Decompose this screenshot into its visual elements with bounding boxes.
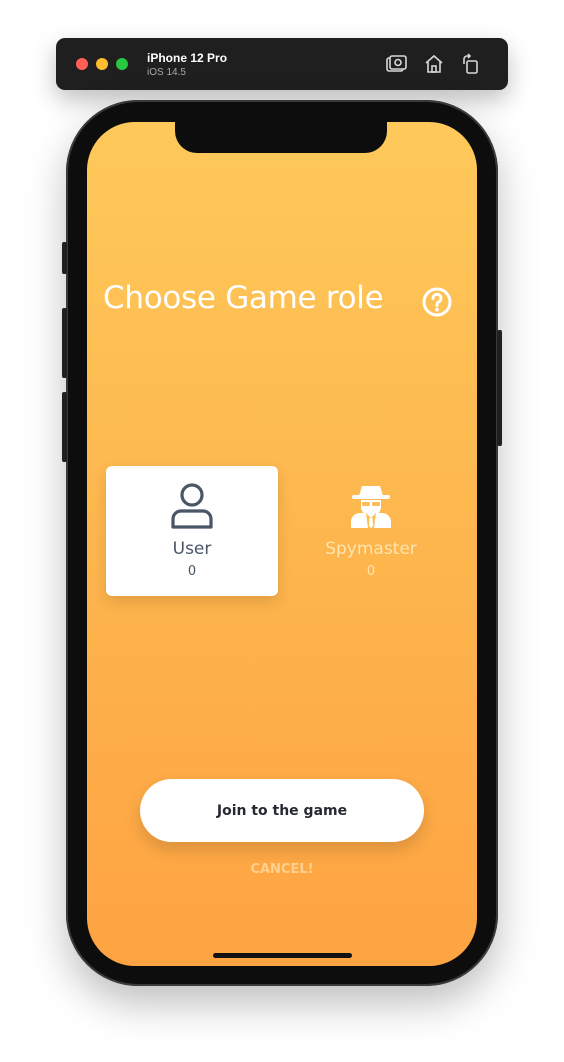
volume-down-button: [62, 392, 67, 462]
spy-icon: [349, 482, 393, 530]
volume-up-button: [62, 308, 67, 378]
page-title: Choose Game role: [103, 280, 384, 316]
help-button[interactable]: [421, 286, 453, 318]
join-game-button[interactable]: Join to the game: [140, 779, 424, 842]
screenshot-button[interactable]: [384, 52, 408, 76]
home-indicator[interactable]: [213, 953, 352, 958]
home-icon: [422, 54, 446, 80]
os-version: iOS 14.5: [147, 67, 186, 78]
role-label: Spymaster: [325, 539, 417, 559]
role-count: 0: [187, 564, 197, 579]
question-circle-icon: [421, 287, 453, 322]
role-count: 0: [366, 564, 376, 579]
silent-switch: [62, 242, 67, 274]
user-icon: [170, 482, 214, 530]
rotate-icon: [459, 53, 483, 80]
zoom-window-button[interactable]: [116, 58, 128, 70]
cancel-link[interactable]: CANCEL!: [87, 862, 477, 877]
close-window-button[interactable]: [76, 58, 88, 70]
stage: iPhone 12 Pro iOS 14.5 Choose Game role …: [0, 0, 564, 1062]
power-button: [497, 330, 502, 446]
rotate-button[interactable]: [459, 52, 483, 76]
simulator-title-bar: iPhone 12 Pro iOS 14.5: [56, 38, 508, 90]
app-screen: Choose Game role User 0 Spymaster 0 Join…: [87, 122, 477, 966]
role-card-spymaster[interactable]: Spymaster 0: [285, 466, 457, 596]
role-label: User: [172, 539, 212, 559]
home-button[interactable]: [422, 52, 446, 76]
role-card-user[interactable]: User 0: [106, 466, 278, 596]
minimize-window-button[interactable]: [96, 58, 108, 70]
notch: [175, 122, 387, 153]
screenshot-icon: [384, 55, 408, 80]
device-name: iPhone 12 Pro: [147, 51, 228, 65]
